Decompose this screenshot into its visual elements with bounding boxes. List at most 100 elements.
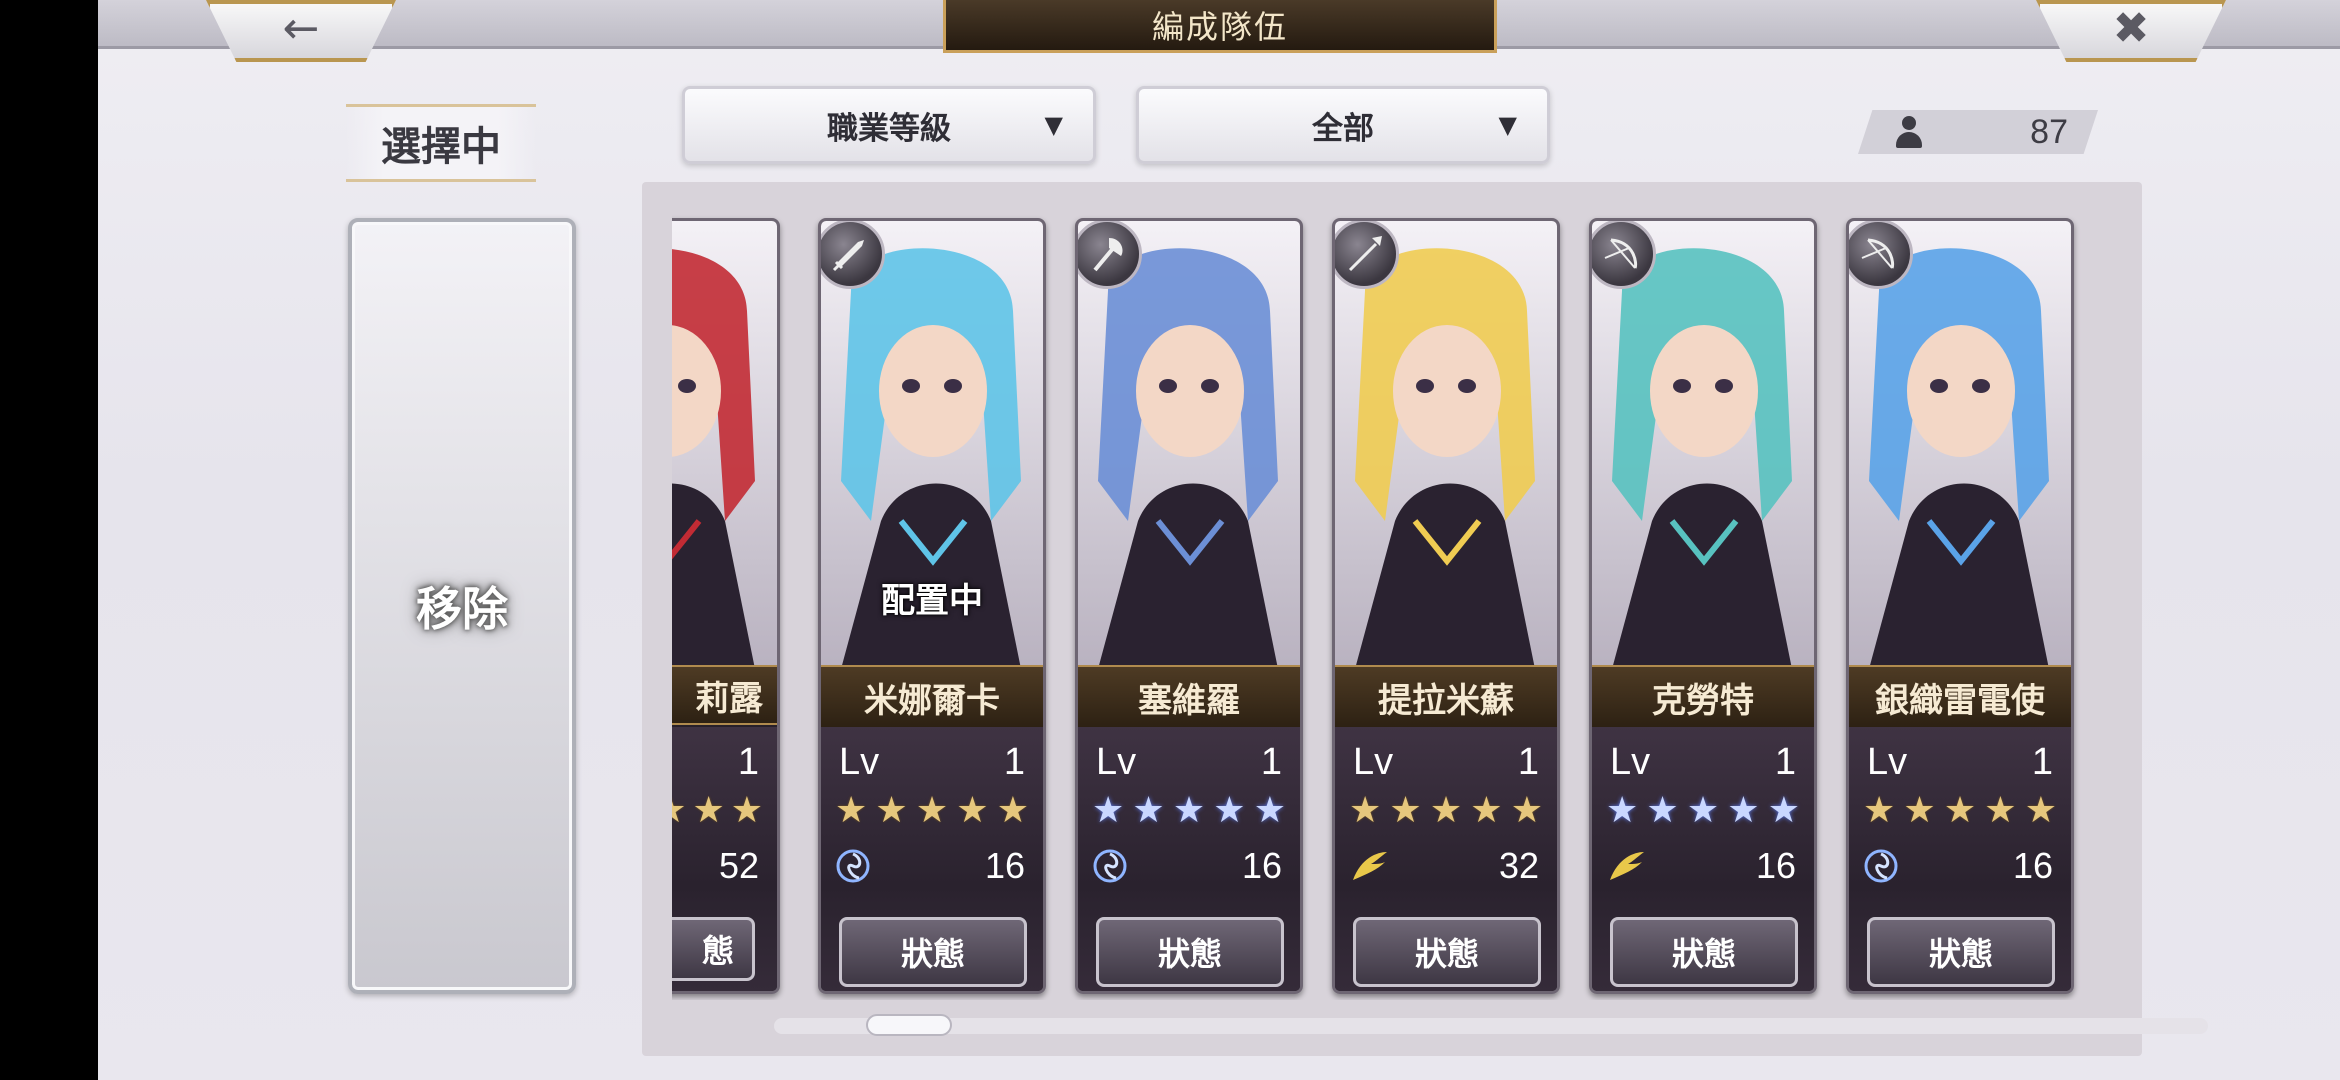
level-row: Lv 1 bbox=[1096, 741, 1282, 784]
character-card[interactable]: 提拉米蘇 Lv 1 ★ ★ ★ ★ ★ 32 狀態 bbox=[1332, 218, 1560, 994]
star-icon: ★ bbox=[915, 790, 949, 831]
scrollbar-thumb[interactable] bbox=[866, 1014, 952, 1036]
star-icon: ★ bbox=[875, 790, 908, 831]
status-button[interactable]: 狀態 bbox=[1867, 917, 2055, 987]
star-icon: ★ bbox=[1984, 790, 2017, 831]
star-icon: ★ bbox=[1863, 790, 1896, 831]
character-stats: Lv 1 ★ ★ ★ ★ ★ 16 狀態 bbox=[1592, 727, 1814, 991]
star-icon: ★ bbox=[692, 790, 725, 831]
cost-value: 16 bbox=[2012, 845, 2053, 886]
star-icon: ★ bbox=[1646, 790, 1679, 831]
character-stats: Lv 1 ★ ★ ★ ★ ★ 16 狀態 bbox=[1078, 727, 1300, 991]
character-card[interactable]: 莉露 1 ★★★ 52 態 bbox=[672, 218, 780, 994]
selecting-label: 選擇中 bbox=[346, 104, 536, 182]
star-icon: ★ bbox=[1510, 790, 1543, 831]
star-icon: ★ bbox=[1213, 790, 1246, 831]
character-stats: Lv 1 ★ ★ ★ ★ ★ 16 狀態 bbox=[1849, 727, 2071, 991]
cost-row: 16 bbox=[1863, 845, 2053, 887]
rarity-stars: ★ ★ ★ ★ ★ bbox=[1092, 793, 1286, 829]
category-dropdown[interactable]: 全部 ▼ bbox=[1136, 86, 1550, 164]
cost-value: 52 bbox=[718, 845, 759, 886]
remove-slot[interactable]: 移除 bbox=[348, 218, 576, 994]
cost-value: 16 bbox=[1241, 845, 1282, 886]
star-icon: ★ bbox=[1903, 790, 1936, 831]
star-icon: ★ bbox=[1606, 790, 1639, 831]
rarity-stars: ★ ★ ★ ★ ★ bbox=[835, 793, 1029, 829]
roster-scroll-area[interactable]: 莉露1★★★52態配置中米娜爾卡Lv1★★★★★16狀態塞維羅Lv1★★★★★1… bbox=[672, 210, 2108, 1000]
star-icon: ★ bbox=[1172, 790, 1206, 831]
remove-label: 移除 bbox=[416, 582, 508, 636]
character-stats: Lv 1 ★ ★ ★ ★ ★ 16 狀態 bbox=[821, 727, 1043, 991]
sort-dropdown-label: 職業等級 bbox=[827, 110, 951, 147]
status-button[interactable]: 狀態 bbox=[1096, 917, 1284, 987]
page-title: 編成隊伍 bbox=[943, 0, 1497, 53]
unit-count: 87 bbox=[1858, 110, 2098, 154]
party-formation-screen: ← 編成隊伍 ✖ 選擇中 職業等級 ▼ 全部 ▼ 87 移除 莉露1★★★52態… bbox=[98, 0, 2340, 1080]
star-icon: ★ bbox=[1132, 790, 1165, 831]
character-card[interactable]: 配置中 米娜爾卡 Lv 1 ★ ★ ★ ★ ★ 16 狀態 bbox=[818, 218, 1046, 994]
horizontal-scrollbar[interactable] bbox=[774, 1018, 2208, 1034]
status-button[interactable]: 態 bbox=[672, 917, 755, 981]
star-icon: ★ bbox=[956, 790, 989, 831]
bow-icon bbox=[1849, 221, 1913, 289]
swirl-icon bbox=[1864, 849, 1898, 883]
star-icon: ★ bbox=[1253, 790, 1286, 831]
level-row: Lv 1 bbox=[1610, 741, 1796, 784]
cost-row: 32 bbox=[1349, 845, 1539, 887]
level-value: 1 bbox=[737, 741, 759, 783]
status-button[interactable]: 狀態 bbox=[1353, 917, 1541, 987]
person-icon bbox=[1896, 116, 1922, 148]
level-value: 1 bbox=[1260, 741, 1282, 783]
axe-icon bbox=[1078, 221, 1142, 289]
level-label: Lv bbox=[839, 741, 880, 783]
level-row: Lv 1 bbox=[1353, 741, 1539, 784]
star-icon: ★ bbox=[1767, 790, 1800, 831]
level-label: Lv bbox=[1096, 741, 1137, 783]
wing-icon bbox=[1610, 852, 1644, 880]
status-button[interactable]: 狀態 bbox=[839, 917, 1027, 987]
character-stats: 1 ★★★ 52 態 bbox=[672, 727, 777, 991]
level-value: 1 bbox=[2031, 741, 2053, 783]
star-icon: ★ bbox=[996, 790, 1029, 831]
sword-icon bbox=[821, 221, 885, 289]
category-dropdown-label: 全部 bbox=[1312, 110, 1374, 147]
star-icon: ★ bbox=[1943, 790, 1977, 831]
star-icon: ★ bbox=[2024, 790, 2057, 831]
cost-row: 52 bbox=[672, 845, 759, 887]
character-stats: Lv 1 ★ ★ ★ ★ ★ 32 狀態 bbox=[1335, 727, 1557, 991]
character-portrait bbox=[672, 221, 777, 669]
status-button[interactable]: 狀態 bbox=[1610, 917, 1798, 987]
cost-value: 16 bbox=[984, 845, 1025, 886]
character-name: 莉露 bbox=[672, 665, 777, 725]
level-label: Lv bbox=[1867, 741, 1908, 783]
star-icon: ★ bbox=[730, 790, 763, 831]
wing-icon bbox=[1353, 852, 1387, 880]
star-icon: ★ bbox=[1686, 790, 1720, 831]
sort-dropdown[interactable]: 職業等級 ▼ bbox=[682, 86, 1096, 164]
spear-icon bbox=[1335, 221, 1399, 289]
star-icon: ★ bbox=[835, 790, 868, 831]
character-name: 提拉米蘇 bbox=[1335, 665, 1557, 729]
cost-row: 16 bbox=[835, 845, 1025, 887]
star-icon: ★ bbox=[1349, 790, 1382, 831]
character-name: 克勞特 bbox=[1592, 665, 1814, 729]
character-card[interactable]: 克勞特 Lv 1 ★ ★ ★ ★ ★ 16 狀態 bbox=[1589, 218, 1817, 994]
swirl-icon bbox=[836, 849, 870, 883]
rarity-stars: ★★★ bbox=[672, 793, 763, 829]
rarity-stars: ★ ★ ★ ★ ★ bbox=[1606, 793, 1800, 829]
level-label: Lv bbox=[1610, 741, 1651, 783]
character-card[interactable]: 塞維羅 Lv 1 ★ ★ ★ ★ ★ 16 狀態 bbox=[1075, 218, 1303, 994]
cost-value: 16 bbox=[1755, 845, 1796, 886]
cost-value: 32 bbox=[1498, 845, 1539, 886]
cost-row: 16 bbox=[1606, 845, 1796, 887]
level-row: Lv 1 bbox=[839, 741, 1025, 784]
swirl-icon bbox=[1093, 849, 1127, 883]
close-button[interactable]: ✖ bbox=[2036, 0, 2226, 62]
rarity-stars: ★ ★ ★ ★ ★ bbox=[1863, 793, 2057, 829]
back-button[interactable]: ← bbox=[206, 0, 396, 62]
character-card[interactable]: 銀織雷電使 Lv 1 ★ ★ ★ ★ ★ 16 狀態 bbox=[1846, 218, 2074, 994]
rarity-stars: ★ ★ ★ ★ ★ bbox=[1349, 793, 1543, 829]
bow-icon bbox=[1592, 221, 1656, 289]
star-icon: ★ bbox=[1429, 790, 1463, 831]
level-label: Lv bbox=[1353, 741, 1394, 783]
